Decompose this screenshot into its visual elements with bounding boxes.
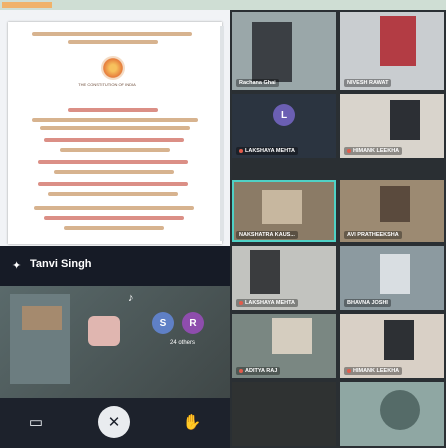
participant-name: HIMANK LEEKHA — [344, 367, 403, 375]
doc-text-line — [68, 40, 158, 44]
shared-screen: THE CONSTITUTION OF INDIA — [0, 10, 231, 246]
video-region — [272, 318, 312, 354]
camera-toggle-button[interactable]: ▭ — [20, 406, 52, 438]
video-region — [380, 186, 410, 222]
participant-name: NIVESH RAWAT — [344, 79, 392, 87]
video-region — [380, 390, 420, 430]
participant-name: BHAVNA JOSHI — [344, 299, 391, 307]
participant-name: NAKSHATRA KAUS... — [236, 231, 298, 239]
participant-name: AVI PRATHEEKSHA — [344, 231, 402, 239]
emblem-logo — [101, 56, 125, 80]
doc-text-line — [48, 192, 178, 196]
doc-text-line — [44, 138, 184, 142]
doc-text-line — [32, 32, 192, 36]
doc-text-line — [60, 148, 170, 152]
hand-icon: ✋ — [182, 414, 202, 431]
mic-off-icon — [239, 148, 243, 153]
participant-avatar[interactable]: S — [152, 312, 174, 334]
video-region — [262, 190, 302, 224]
presenter-name: Tanvi Singh — [30, 258, 92, 270]
video-region — [390, 100, 420, 140]
doc-text-line — [38, 182, 188, 186]
doc-text-line — [32, 118, 198, 122]
video-region — [250, 250, 280, 294]
doc-heading: THE CONSTITUTION OF INDIA — [78, 82, 136, 87]
participant-tile[interactable]: LAKSHAYA MEHTA — [232, 246, 336, 310]
participant-name: HIMANK LEEKHA — [344, 147, 403, 155]
mic-off-icon — [347, 368, 351, 373]
participant-tile[interactable]: NAKSHATRA KAUS... — [232, 180, 336, 242]
doc-text-line — [40, 126, 190, 130]
doc-text-line — [64, 226, 164, 230]
doc-text-line — [38, 160, 188, 164]
doc-text-line — [68, 108, 158, 112]
speaker-icon: ♪ — [128, 292, 134, 304]
participant-grid: Rachana Ghai NIVESH RAWAT L LAKSHAYA MEH… — [230, 10, 446, 448]
participant-tile[interactable] — [340, 382, 444, 446]
scrollbar[interactable] — [220, 26, 224, 241]
participant-tile[interactable]: HIMANK LEEKHA — [340, 314, 444, 378]
participant-name: LAKSHAYA MEHTA — [236, 299, 299, 307]
tab-highlight — [2, 2, 52, 8]
doc-text-line — [54, 170, 174, 174]
leave-call-button[interactable]: ✕ — [98, 406, 130, 438]
participant-tile[interactable]: AVI PRATHEEKSHA — [340, 180, 444, 242]
participant-name: Rachana Ghai — [236, 79, 279, 87]
camera-icon: ▭ — [28, 414, 44, 431]
mic-off-icon — [239, 368, 243, 373]
participant-tile[interactable]: Rachana Ghai — [232, 12, 336, 90]
participant-name: ADITYA RAJ — [236, 367, 281, 375]
self-view-tile: ♪ S R 24 others — [0, 286, 230, 398]
pin-off-icon: ✕ — [107, 414, 121, 431]
raise-hand-button[interactable]: ✋ — [176, 406, 208, 438]
participant-tile[interactable]: ADITYA RAJ — [232, 314, 336, 378]
participant-tile[interactable]: HIMANK LEEKHA — [340, 94, 444, 158]
participant-avatar[interactable]: R — [182, 312, 204, 334]
video-region — [22, 306, 62, 330]
mic-off-icon — [347, 148, 351, 153]
others-count: 24 others — [170, 340, 196, 346]
participant-name: LAKSHAYA MEHTA — [236, 147, 299, 155]
mic-off-icon — [239, 300, 243, 305]
video-region — [252, 22, 292, 82]
video-region — [380, 16, 416, 66]
participant-avatar: L — [273, 104, 295, 126]
video-region — [88, 316, 120, 346]
participant-tile[interactable]: NIVESH RAWAT — [340, 12, 444, 90]
doc-text-line — [34, 206, 194, 210]
doc-text-line — [44, 216, 184, 220]
participant-tile[interactable]: L LAKSHAYA MEHTA — [232, 94, 336, 158]
call-controls: ▭ ✕ ✋ — [0, 398, 230, 448]
participant-tile[interactable] — [232, 382, 336, 446]
window-top-strip — [0, 0, 446, 10]
pin-icon[interactable]: ✦ — [12, 260, 24, 272]
video-region — [384, 320, 414, 360]
video-region — [380, 254, 410, 294]
participant-tile[interactable]: BHAVNA JOSHI — [340, 246, 444, 310]
